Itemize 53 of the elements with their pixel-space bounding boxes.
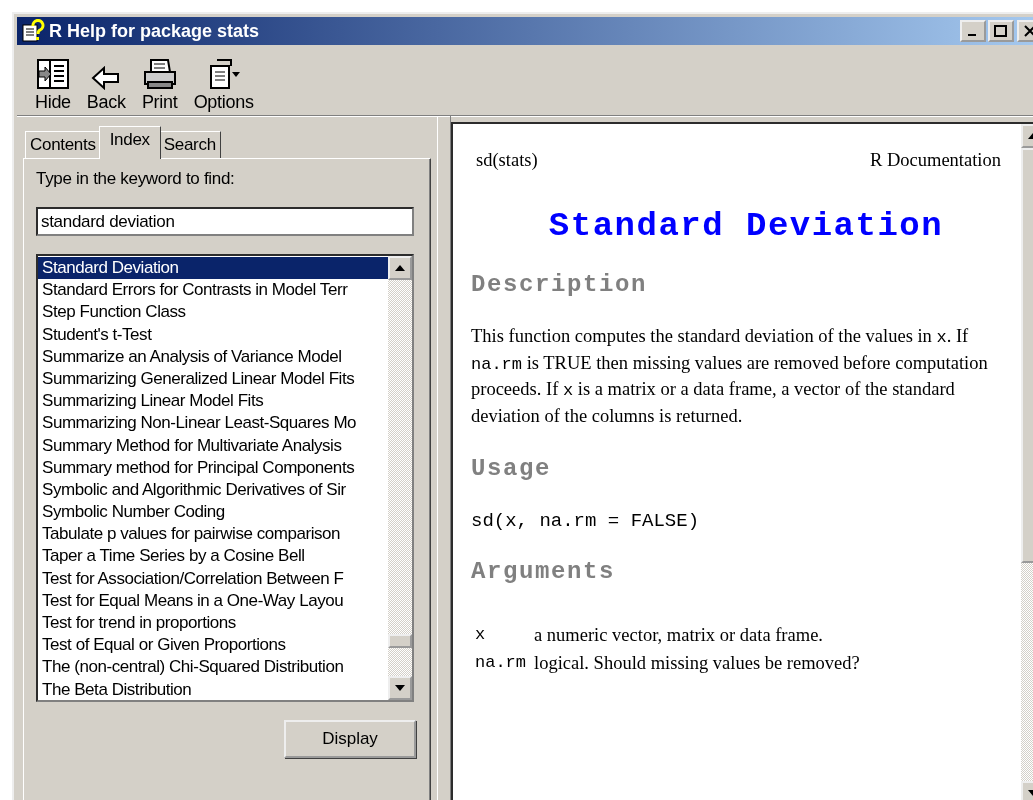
tab[interactable]: Search bbox=[158, 131, 221, 158]
section-heading: Usage bbox=[471, 455, 552, 482]
scrollbar[interactable] bbox=[388, 256, 412, 700]
argument-description: a numeric vector, matrix or data frame. bbox=[533, 624, 824, 647]
toolbar-button[interactable]: Print bbox=[133, 49, 186, 115]
printer-icon bbox=[141, 58, 178, 90]
list-item[interactable]: Symbolic Number Coding bbox=[38, 501, 388, 524]
list-item[interactable]: Test of Equal or Given Proportions bbox=[38, 634, 388, 657]
list-item[interactable]: Standard Deviation bbox=[38, 257, 388, 280]
list-item[interactable]: Test for trend in proportions bbox=[38, 612, 388, 635]
list-item[interactable]: Summarizing Linear Model Fits bbox=[38, 390, 388, 413]
help-document-icon bbox=[21, 19, 45, 43]
list-item[interactable]: Symbolic and Algorithmic Derivatives of Sir bbox=[38, 478, 388, 502]
list-item[interactable]: Standard Errors for Contrasts in Model Terr bbox=[38, 279, 388, 302]
list-item[interactable]: Test for Association/Correlation Between F bbox=[38, 567, 388, 590]
list-item[interactable]: Summarize an Analysis of Variance Model bbox=[38, 345, 388, 368]
list-item[interactable]: Taper a Time Series by a Cosine Bell bbox=[38, 545, 388, 568]
list-item[interactable]: The Beta Distribution bbox=[38, 678, 388, 700]
section-heading: Description bbox=[471, 271, 649, 298]
argument-name: x bbox=[474, 624, 487, 646]
section-heading: Arguments bbox=[471, 558, 617, 585]
maximize-icon[interactable] bbox=[988, 20, 1014, 42]
toolbar-button[interactable]: Hide bbox=[27, 49, 79, 115]
tab[interactable]: Index bbox=[98, 126, 161, 159]
list-item[interactable]: Tabulate p values for pairwise comparison bbox=[38, 523, 388, 546]
argument-description: logical. Should missing values be removed? bbox=[533, 652, 861, 675]
topic-label: sd(stats) bbox=[476, 150, 538, 171]
list-item[interactable]: Test for Equal Means in a One-Way Layou bbox=[38, 589, 388, 612]
pane-splitter[interactable] bbox=[437, 116, 451, 800]
list-item[interactable]: Summarizing Non-Linear Least-Squares Mo bbox=[38, 412, 388, 435]
tab[interactable]: Contents bbox=[25, 131, 101, 158]
usage-code: sd(x, na.rm = FALSE) bbox=[471, 510, 701, 532]
list-item[interactable]: Summarizing Generalized Linear Model Fits bbox=[38, 367, 388, 391]
field-label: Type in the keyword to find: bbox=[36, 169, 236, 189]
list-item[interactable]: The (non-central) Chi-Squared Distribution bbox=[38, 656, 388, 679]
window-title: R Help for package stats bbox=[49, 20, 260, 42]
toolbar-button[interactable]: Options bbox=[185, 49, 262, 115]
argument-name: na.rm bbox=[474, 652, 527, 674]
source-label: R Documentation bbox=[869, 150, 1001, 171]
minimize-icon[interactable] bbox=[960, 20, 986, 42]
hide-pane-icon bbox=[35, 58, 70, 90]
list-item[interactable]: Step Function Class bbox=[38, 301, 388, 324]
scroll-up-icon[interactable] bbox=[388, 256, 412, 280]
display-button[interactable]: Display bbox=[284, 720, 416, 758]
list-item[interactable]: Student's t-Test bbox=[38, 323, 388, 346]
page-title: Standard Deviation bbox=[547, 207, 945, 245]
list-item[interactable]: Summary Method for Multivariate Analysis bbox=[38, 434, 388, 457]
back-arrow-icon bbox=[91, 66, 122, 90]
scroll-down-icon[interactable] bbox=[388, 676, 412, 700]
list-item[interactable]: Summary method for Principal Components bbox=[38, 456, 388, 479]
description-paragraph: This function computes the standard deviation of the values in x. If na.rm is TRUE then missing values are removed before computation proceeds. If x is a matrix or a data frame, a vector of the standard deviation of the columns is returned. bbox=[471, 325, 989, 428]
keyword-field[interactable]: standard deviation bbox=[36, 207, 414, 236]
toolbar-button[interactable]: Back bbox=[78, 49, 134, 115]
